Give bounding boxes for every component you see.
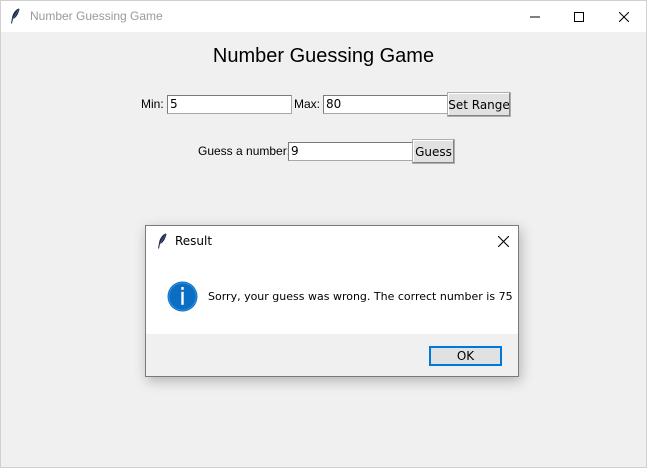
info-icon	[167, 281, 198, 312]
dialog-title: Result	[175, 234, 213, 248]
minimize-icon	[530, 16, 540, 17]
minimize-button[interactable]	[512, 1, 558, 32]
guess-button[interactable]: Guess	[412, 139, 455, 164]
min-label: Min:	[141, 97, 164, 111]
close-icon	[497, 235, 509, 247]
min-input[interactable]: 5	[167, 95, 292, 114]
title-bar: Number Guessing Game	[1, 1, 646, 32]
set-range-button[interactable]: Set Range	[447, 92, 511, 117]
ok-button[interactable]: OK	[429, 346, 502, 366]
feather-icon	[11, 8, 20, 24]
guess-label: Guess a number:	[198, 144, 291, 158]
dialog-message: Sorry, your guess was wrong. The correct…	[208, 290, 513, 303]
close-icon	[619, 11, 629, 22]
maximize-icon	[574, 11, 584, 22]
dialog-close-button[interactable]	[488, 226, 518, 256]
dialog-title-bar: Result	[146, 226, 518, 256]
window-title: Number Guessing Game	[30, 9, 163, 23]
dialog-body: Sorry, your guess was wrong. The correct…	[146, 256, 518, 334]
dialog-footer: OK	[146, 334, 518, 376]
maximize-button[interactable]	[556, 1, 602, 32]
close-button[interactable]	[601, 1, 647, 32]
app-window: Number Guessing Game Number Guessing Gam…	[0, 0, 647, 468]
max-label: Max:	[294, 97, 321, 111]
guess-input[interactable]: 9	[288, 142, 413, 161]
page-title: Number Guessing Game	[212, 45, 435, 67]
feather-icon	[158, 233, 167, 249]
result-dialog: Result Sorry, your guess was wrong. The …	[145, 225, 519, 377]
max-input[interactable]: 80	[323, 95, 448, 114]
